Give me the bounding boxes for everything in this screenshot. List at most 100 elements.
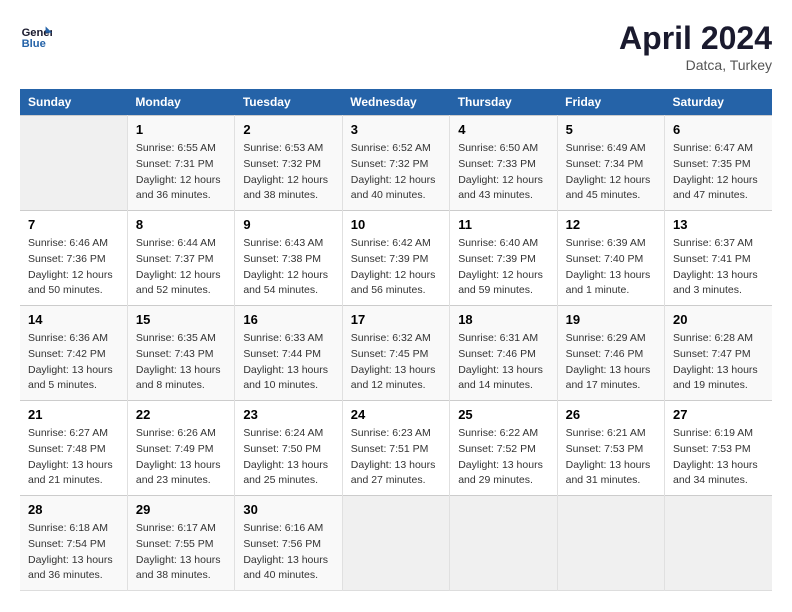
day-number: 21 [28,407,119,422]
calendar-cell: 13 Sunrise: 6:37 AMSunset: 7:41 PMDayligh… [665,211,772,306]
day-number: 20 [673,312,764,327]
calendar-cell: 14 Sunrise: 6:36 AMSunset: 7:42 PMDayligh… [20,306,127,401]
day-info: Sunrise: 6:53 AMSunset: 7:32 PMDaylight:… [243,141,333,204]
day-number: 14 [28,312,119,327]
week-row-2: 7 Sunrise: 6:46 AMSunset: 7:36 PMDaylight… [20,211,772,306]
day-info: Sunrise: 6:33 AMSunset: 7:44 PMDaylight:… [243,331,333,394]
header-day-thursday: Thursday [450,89,557,116]
logo: General Blue [20,20,52,52]
calendar-cell: 26 Sunrise: 6:21 AMSunset: 7:53 PMDayligh… [557,401,664,496]
day-info: Sunrise: 6:17 AMSunset: 7:55 PMDaylight:… [136,521,226,584]
day-number: 16 [243,312,333,327]
day-number: 25 [458,407,548,422]
day-info: Sunrise: 6:35 AMSunset: 7:43 PMDaylight:… [136,331,226,394]
day-number: 5 [566,122,656,137]
calendar-cell [557,496,664,591]
calendar-cell: 6 Sunrise: 6:47 AMSunset: 7:35 PMDaylight… [665,116,772,211]
calendar-cell [450,496,557,591]
day-info: Sunrise: 6:16 AMSunset: 7:56 PMDaylight:… [243,521,333,584]
svg-text:Blue: Blue [22,38,46,50]
calendar-cell: 27 Sunrise: 6:19 AMSunset: 7:53 PMDayligh… [665,401,772,496]
day-number: 27 [673,407,764,422]
day-number: 13 [673,217,764,232]
calendar-cell [342,496,449,591]
day-number: 6 [673,122,764,137]
calendar-cell [20,116,127,211]
day-info: Sunrise: 6:24 AMSunset: 7:50 PMDaylight:… [243,426,333,489]
day-number: 23 [243,407,333,422]
calendar-cell: 23 Sunrise: 6:24 AMSunset: 7:50 PMDayligh… [235,401,342,496]
day-number: 18 [458,312,548,327]
week-row-3: 14 Sunrise: 6:36 AMSunset: 7:42 PMDayligh… [20,306,772,401]
calendar-cell: 30 Sunrise: 6:16 AMSunset: 7:56 PMDayligh… [235,496,342,591]
calendar-cell: 16 Sunrise: 6:33 AMSunset: 7:44 PMDayligh… [235,306,342,401]
day-number: 24 [351,407,441,422]
day-number: 28 [28,502,119,517]
title-block: April 2024 Datca, Turkey [619,20,772,73]
day-number: 2 [243,122,333,137]
day-info: Sunrise: 6:22 AMSunset: 7:52 PMDaylight:… [458,426,548,489]
calendar-cell: 10Sunrise: 6:42 AMSunset: 7:39 PMDayligh… [342,211,449,306]
day-info: Sunrise: 6:26 AMSunset: 7:49 PMDaylight:… [136,426,226,489]
calendar-cell: 12 Sunrise: 6:39 AMSunset: 7:40 PMDayligh… [557,211,664,306]
calendar-cell: 1 Sunrise: 6:55 AMSunset: 7:31 PMDaylight… [127,116,234,211]
header-day-saturday: Saturday [665,89,772,116]
calendar-cell: 24 Sunrise: 6:23 AMSunset: 7:51 PMDayligh… [342,401,449,496]
day-number: 10 [351,217,441,232]
calendar-cell: 7 Sunrise: 6:46 AMSunset: 7:36 PMDaylight… [20,211,127,306]
header-day-monday: Monday [127,89,234,116]
calendar-cell: 20 Sunrise: 6:28 AMSunset: 7:47 PMDayligh… [665,306,772,401]
day-number: 22 [136,407,226,422]
week-row-1: 1 Sunrise: 6:55 AMSunset: 7:31 PMDaylight… [20,116,772,211]
calendar-cell [665,496,772,591]
day-info: Sunrise: 6:31 AMSunset: 7:46 PMDaylight:… [458,331,548,394]
day-number: 1 [136,122,226,137]
day-info: Sunrise: 6:52 AMSunset: 7:32 PMDaylight:… [351,141,441,204]
day-info: Sunrise: 6:19 AMSunset: 7:53 PMDaylight:… [673,426,764,489]
day-number: 26 [566,407,656,422]
day-number: 30 [243,502,333,517]
calendar-cell: 3 Sunrise: 6:52 AMSunset: 7:32 PMDaylight… [342,116,449,211]
header-day-friday: Friday [557,89,664,116]
day-info: Sunrise: 6:36 AMSunset: 7:42 PMDaylight:… [28,331,119,394]
calendar-cell: 11 Sunrise: 6:40 AMSunset: 7:39 PMDayligh… [450,211,557,306]
calendar-table: SundayMondayTuesdayWednesdayThursdayFrid… [20,89,772,591]
calendar-cell: 25 Sunrise: 6:22 AMSunset: 7:52 PMDayligh… [450,401,557,496]
day-number: 3 [351,122,441,137]
day-info: Sunrise: 6:55 AMSunset: 7:31 PMDaylight:… [136,141,226,204]
day-info: Sunrise: 6:49 AMSunset: 7:34 PMDaylight:… [566,141,656,204]
day-info: Sunrise: 6:29 AMSunset: 7:46 PMDaylight:… [566,331,656,394]
day-info: Sunrise: 6:18 AMSunset: 7:54 PMDaylight:… [28,521,119,584]
day-info: Sunrise: 6:23 AMSunset: 7:51 PMDaylight:… [351,426,441,489]
day-number: 9 [243,217,333,232]
day-number: 11 [458,217,548,232]
day-info: Sunrise: 6:28 AMSunset: 7:47 PMDaylight:… [673,331,764,394]
day-info: Sunrise: 6:21 AMSunset: 7:53 PMDaylight:… [566,426,656,489]
day-number: 29 [136,502,226,517]
day-info: Sunrise: 6:44 AMSunset: 7:37 PMDaylight:… [136,236,226,299]
logo-icon: General Blue [20,20,52,52]
day-number: 7 [28,217,119,232]
day-number: 12 [566,217,656,232]
location: Datca, Turkey [619,57,772,73]
page-header: General Blue April 2024 Datca, Turkey [20,20,772,73]
day-info: Sunrise: 6:40 AMSunset: 7:39 PMDaylight:… [458,236,548,299]
day-info: Sunrise: 6:27 AMSunset: 7:48 PMDaylight:… [28,426,119,489]
day-info: Sunrise: 6:50 AMSunset: 7:33 PMDaylight:… [458,141,548,204]
header-row: SundayMondayTuesdayWednesdayThursdayFrid… [20,89,772,116]
calendar-cell: 28 Sunrise: 6:18 AMSunset: 7:54 PMDayligh… [20,496,127,591]
calendar-cell: 17Sunrise: 6:32 AMSunset: 7:45 PMDayligh… [342,306,449,401]
day-number: 15 [136,312,226,327]
calendar-cell: 5 Sunrise: 6:49 AMSunset: 7:34 PMDaylight… [557,116,664,211]
day-info: Sunrise: 6:46 AMSunset: 7:36 PMDaylight:… [28,236,119,299]
day-info: Sunrise: 6:39 AMSunset: 7:40 PMDaylight:… [566,236,656,299]
calendar-cell: 8Sunrise: 6:44 AMSunset: 7:37 PMDaylight… [127,211,234,306]
calendar-cell: 9 Sunrise: 6:43 AMSunset: 7:38 PMDaylight… [235,211,342,306]
header-day-wednesday: Wednesday [342,89,449,116]
calendar-cell: 4Sunrise: 6:50 AMSunset: 7:33 PMDaylight… [450,116,557,211]
day-info: Sunrise: 6:37 AMSunset: 7:41 PMDaylight:… [673,236,764,299]
calendar-header: SundayMondayTuesdayWednesdayThursdayFrid… [20,89,772,116]
day-info: Sunrise: 6:47 AMSunset: 7:35 PMDaylight:… [673,141,764,204]
day-info: Sunrise: 6:32 AMSunset: 7:45 PMDaylight:… [351,331,441,394]
day-info: Sunrise: 6:43 AMSunset: 7:38 PMDaylight:… [243,236,333,299]
